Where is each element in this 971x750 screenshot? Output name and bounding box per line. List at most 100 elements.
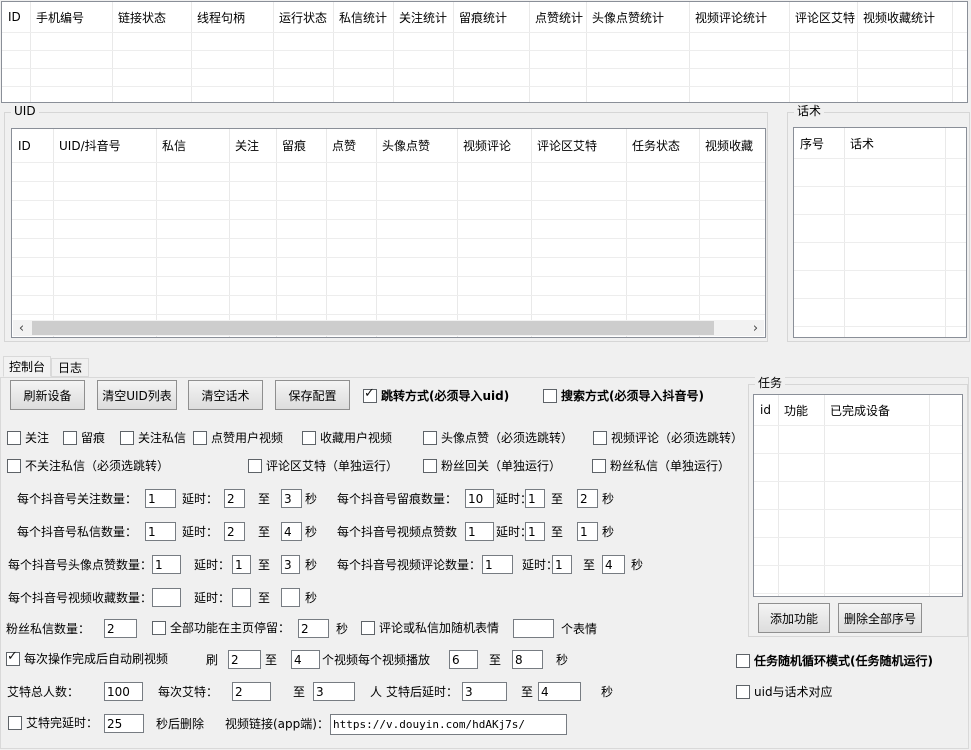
text-input[interactable]	[512, 650, 543, 669]
clear-script-button[interactable]: 清空话术	[188, 380, 263, 410]
checkbox-option[interactable]: 粉丝私信（单独运行）	[592, 459, 730, 473]
device-column-header[interactable]: 评论区艾特	[789, 2, 857, 32]
task-column-header[interactable]: id	[754, 395, 778, 425]
device-column-header[interactable]: 私信统计	[333, 2, 393, 32]
text-input[interactable]	[152, 588, 181, 607]
checkbox[interactable]	[543, 389, 557, 403]
checkbox[interactable]	[6, 652, 20, 666]
tab-log[interactable]: 日志	[51, 358, 89, 377]
text-input[interactable]	[232, 555, 251, 574]
text-input[interactable]	[482, 555, 513, 574]
text-input[interactable]	[145, 522, 176, 541]
device-column-header[interactable]: 链接状态	[112, 2, 191, 32]
text-input[interactable]	[291, 650, 320, 669]
checkbox[interactable]	[593, 431, 607, 445]
checkbox-option[interactable]: 评论区艾特（单独运行）	[248, 459, 398, 473]
uid-column-header[interactable]: 关注	[229, 129, 276, 162]
text-input[interactable]	[525, 489, 545, 508]
task-column-header[interactable]: 功能	[778, 395, 824, 425]
device-column-header[interactable]: 手机编号	[30, 2, 112, 32]
refresh-devices-button[interactable]: 刷新设备	[10, 380, 85, 410]
uid-column-header[interactable]: 任务状态	[626, 129, 699, 162]
text-input[interactable]	[145, 489, 176, 508]
device-column-header[interactable]: 视频评论统计	[689, 2, 789, 32]
text-input[interactable]	[228, 650, 261, 669]
text-input[interactable]	[462, 682, 507, 701]
checkbox-option[interactable]: 收藏用户视频	[302, 431, 392, 445]
uid-column-header[interactable]: 视频评论	[457, 129, 531, 162]
text-input[interactable]	[224, 489, 245, 508]
text-input[interactable]	[281, 588, 300, 607]
checkbox-option[interactable]: 艾特完延时：	[8, 716, 98, 730]
tab-console[interactable]: 控制台	[3, 356, 51, 377]
checkbox-option[interactable]: 不关注私信（必须选跳转）	[7, 459, 169, 473]
checkbox-option[interactable]: 每次操作完成后自动刷视频	[6, 652, 168, 666]
checkbox-option[interactable]: 头像点赞（必须选跳转）	[423, 431, 573, 445]
text-input[interactable]	[104, 619, 137, 638]
text-input[interactable]	[465, 489, 494, 508]
checkbox-option[interactable]: 粉丝回关（单独运行）	[423, 459, 561, 473]
delete-all-tasks-button[interactable]: 删除全部序号	[838, 603, 922, 633]
uid-column-header[interactable]: 视频收藏	[699, 129, 766, 162]
script-column-header[interactable]: 话术	[844, 128, 945, 158]
text-input[interactable]	[224, 522, 245, 541]
add-task-button[interactable]: 添加功能	[758, 603, 830, 633]
checkbox-option[interactable]: 跳转方式(必须导入uid)	[363, 389, 509, 403]
text-input[interactable]	[552, 555, 572, 574]
checkbox-option[interactable]: 任务随机循环模式(任务随机运行)	[736, 654, 933, 668]
clear-uid-list-button[interactable]: 清空UID列表	[97, 380, 177, 410]
uid-column-header[interactable]: 点赞	[326, 129, 376, 162]
device-column-header[interactable]: 关注统计	[393, 2, 453, 32]
checkbox-option[interactable]: 关注	[7, 431, 49, 445]
device-column-header[interactable]: 线程句柄	[191, 2, 273, 32]
text-input[interactable]	[330, 714, 567, 735]
checkbox[interactable]	[193, 431, 207, 445]
scroll-right-icon[interactable]: ›	[747, 320, 764, 336]
device-column-header[interactable]: 头像点赞统计	[586, 2, 689, 32]
checkbox-option[interactable]: 留痕	[63, 431, 105, 445]
text-input[interactable]	[152, 555, 181, 574]
text-input[interactable]	[577, 522, 598, 541]
checkbox[interactable]	[7, 431, 21, 445]
checkbox[interactable]	[736, 685, 750, 699]
save-config-button[interactable]: 保存配置	[275, 380, 350, 410]
uid-column-header[interactable]: 私信	[156, 129, 229, 162]
text-input[interactable]	[465, 522, 494, 541]
text-input[interactable]	[313, 682, 355, 701]
text-input[interactable]	[232, 682, 271, 701]
device-column-header[interactable]: 留痕统计	[453, 2, 529, 32]
scrollbar-thumb[interactable]	[32, 321, 714, 335]
checkbox[interactable]	[361, 621, 375, 635]
checkbox[interactable]	[736, 654, 750, 668]
uid-column-header[interactable]: ID	[12, 129, 53, 162]
script-column-header[interactable]: 序号	[794, 128, 844, 158]
device-column-header[interactable]: 运行状态	[273, 2, 333, 32]
uid-column-header[interactable]: 评论区艾特	[531, 129, 626, 162]
checkbox-option[interactable]: 全部功能在主页停留：	[152, 621, 290, 635]
checkbox[interactable]	[592, 459, 606, 473]
checkbox-option[interactable]: 搜索方式(必须导入抖音号)	[543, 389, 704, 403]
checkbox[interactable]	[423, 459, 437, 473]
text-input[interactable]	[449, 650, 478, 669]
device-column-header[interactable]: ID	[2, 2, 30, 32]
task-column-header[interactable]: 已完成设备	[824, 395, 929, 425]
checkbox-option[interactable]: 点赞用户视频	[193, 431, 283, 445]
text-input[interactable]	[577, 489, 598, 508]
uid-column-header[interactable]: UID/抖音号	[53, 129, 156, 162]
checkbox-option[interactable]: 评论或私信加随机表情	[361, 621, 499, 635]
text-input[interactable]	[104, 714, 144, 733]
checkbox[interactable]	[423, 431, 437, 445]
device-column-header[interactable]: 视频收藏统计	[857, 2, 952, 32]
text-input[interactable]	[281, 522, 302, 541]
checkbox[interactable]	[8, 716, 22, 730]
text-input[interactable]	[538, 682, 581, 701]
scroll-left-icon[interactable]: ‹	[13, 320, 30, 336]
text-input[interactable]	[104, 682, 143, 701]
checkbox[interactable]	[7, 459, 21, 473]
text-input[interactable]	[232, 588, 251, 607]
device-column-header[interactable]: 点赞统计	[529, 2, 586, 32]
checkbox-option[interactable]: 关注私信	[120, 431, 186, 445]
checkbox[interactable]	[63, 431, 77, 445]
text-input[interactable]	[602, 555, 625, 574]
checkbox[interactable]	[302, 431, 316, 445]
